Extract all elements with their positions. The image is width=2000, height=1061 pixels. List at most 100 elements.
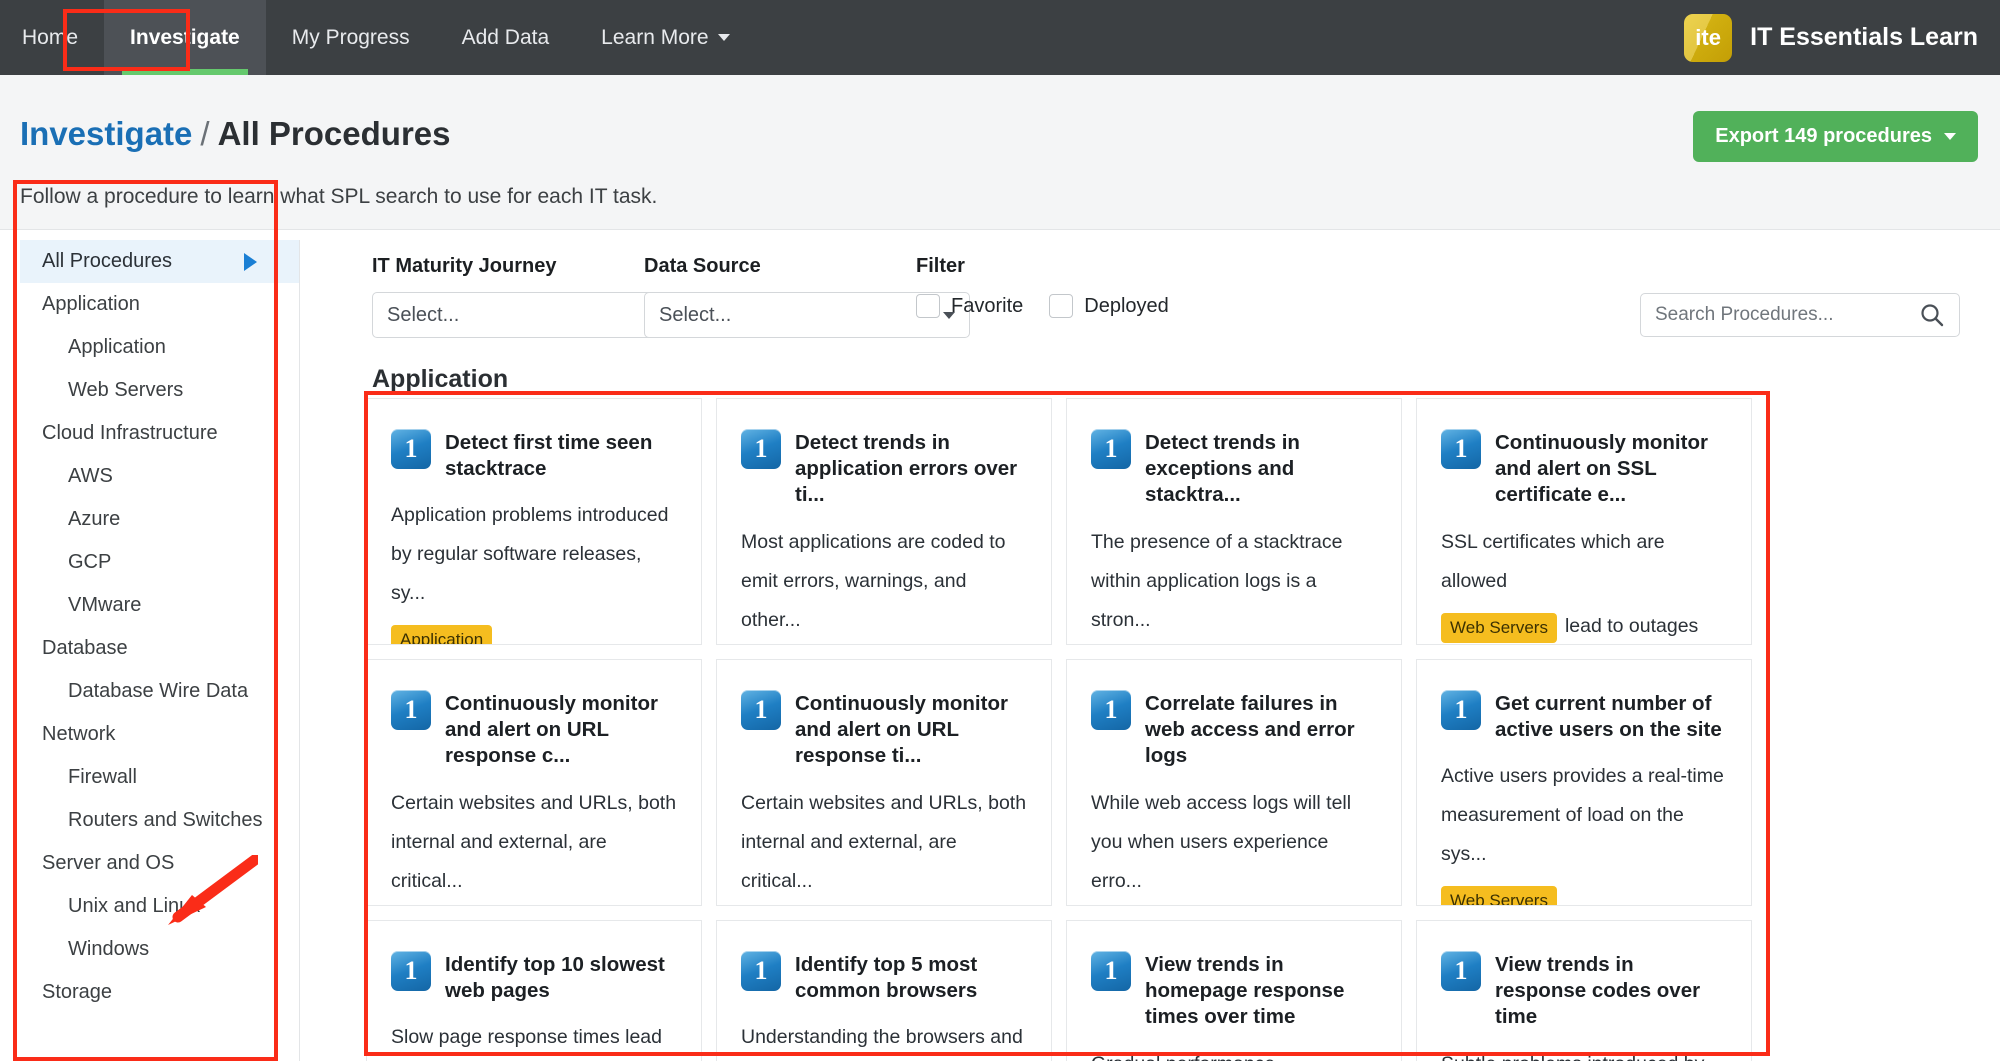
procedure-card[interactable]: 1 Continuously monitor and alert on URL r… [366,659,702,906]
sidebar-item-azure[interactable]: Azure [20,498,299,541]
procedure-card-title: Detect trends in exceptions and stacktra… [1145,431,1300,507]
sidebar-item-label: Routers and Switches [68,809,263,831]
breadcrumb-separator: / [200,115,210,152]
checkbox-filter-group: Filter Favorite Deployed [916,255,1169,318]
sidebar-item-cloud-infrastructure[interactable]: Cloud Infrastructure [20,412,299,455]
checkbox-box-icon [1049,294,1074,318]
search-procedures-input[interactable]: Search Procedures... [1640,293,1960,337]
procedure-card-title: Continuously monitor and alert on SSL ce… [1495,431,1708,507]
sidebar-item-firewall[interactable]: Firewall [20,756,299,799]
sidebar-item-application[interactable]: Application [20,283,299,326]
sidebar-item-network[interactable]: Network [20,713,299,756]
export-procedures-button[interactable]: Export 149 procedures [1693,111,1978,162]
procedure-card-header: 1 Detect trends in exceptions and stacktr… [1091,429,1377,509]
nav-tab-home[interactable]: Home [0,0,104,75]
procedure-card-title: View trends in homepage response times o… [1145,953,1345,1029]
procedure-level-badge-icon: 1 [391,690,431,730]
procedure-card[interactable]: 1 Detect trends in application errors ove… [716,398,1052,645]
sidebar-item-routers-and-switches[interactable]: Routers and Switches [20,799,299,842]
sidebar-item-unix-and-linux[interactable]: Unix and Linux [20,885,299,928]
category-tag[interactable]: Web Servers [1441,612,1557,643]
procedure-card[interactable]: 1 Identify top 5 most common browsers Unde… [716,920,1052,1061]
nav-tab-investigate[interactable]: Investigate [104,0,266,75]
procedure-card-title: Detect first time seen stacktrace [445,431,653,481]
filter-checkbox-row: Favorite Deployed [916,294,1169,318]
procedure-card[interactable]: 1 View trends in response codes over time… [1416,920,1752,1061]
procedure-card-header: 1 View trends in response codes over time [1441,951,1727,1031]
sidebar-item-label: Server and OS [42,852,175,874]
breadcrumb: Investigate / All Procedures [20,115,451,153]
sidebar-item-server-and-os[interactable]: Server and OS [20,842,299,885]
page-header: Investigate / All Procedures Follow a proc… [0,75,2000,230]
procedure-card-title: Continuously monitor and alert on URL re… [795,692,1008,768]
filter-label: Filter [916,255,965,277]
procedure-card[interactable]: 1 Continuously monitor and alert on SSL c… [1416,398,1752,645]
procedure-card-description: Gradual performance degradations introdu… [1091,1045,1377,1061]
procedure-level-badge-icon: 1 [741,951,781,991]
procedure-card-header: 1 View trends in homepage response times … [1091,951,1377,1031]
procedure-card-header: 1 Get current number of active users on t… [1441,690,1727,743]
sidebar-item-storage[interactable]: Storage [20,971,299,1014]
favorite-checkbox[interactable]: Favorite [916,294,1023,318]
chevron-down-icon [717,34,730,41]
chevron-right-icon [244,252,257,271]
nav-tab-my-progress[interactable]: My Progress [266,0,436,75]
breadcrumb-root-link[interactable]: Investigate [20,115,192,152]
sidebar-item-windows[interactable]: Windows [20,928,299,971]
procedure-card-title: Correlate failures in web access and err… [1145,692,1355,768]
sidebar-item-label: Application [42,293,140,315]
procedure-card[interactable]: 1 Detect trends in exceptions and stacktr… [1066,398,1402,645]
nav-tab-label: Home [22,25,79,49]
procedure-card-description: While web access logs will tell you when… [1091,791,1352,892]
category-sidebar: All Procedures Application Application Web … [20,240,300,1061]
procedure-card[interactable]: 1 Identify top 10 slowest web pages Slow p… [366,920,702,1061]
category-tag[interactable]: Application [391,625,493,644]
sidebar-item-all-procedures[interactable]: All Procedures [20,240,299,283]
procedure-card[interactable]: 1 View trends in homepage response times … [1066,920,1402,1061]
breadcrumb-current: All Procedures [217,115,451,152]
procedure-card-title: View trends in response codes over time [1495,953,1701,1029]
sidebar-item-database-wire-data[interactable]: Database Wire Data [20,670,299,713]
data-source-value: Select... [659,303,732,326]
procedure-card-title: Identify top 5 most common browsers [795,953,978,1003]
sidebar-item-database[interactable]: Database [20,627,299,670]
brand-logo-icon: ite [1684,13,1733,62]
procedure-card-description: Slow page response times lead to several… [391,1026,662,1049]
sidebar-item-vmware[interactable]: VMware [20,584,299,627]
procedure-card-header: 1 Continuously monitor and alert on URL r… [391,690,677,770]
category-tag[interactable]: Web Servers [1441,886,1557,905]
procedure-card-header: 1 Continuously monitor and alert on URL r… [741,690,1027,770]
nav-tab-label: Add Data [461,25,550,49]
nav-tab-add-data[interactable]: Add Data [436,0,576,75]
sidebar-item-label: AWS [68,465,113,487]
nav-tab-label: My Progress [291,25,410,49]
sidebar-item-label: All Procedures [42,250,173,272]
maturity-journey-value: Select... [387,303,460,326]
sidebar-item-label: Azure [68,508,121,530]
procedure-level-badge-icon: 1 [391,429,431,469]
procedure-level-badge-icon: 1 [1441,951,1481,991]
deployed-checkbox[interactable]: Deployed [1049,294,1169,318]
chevron-down-icon [1944,133,1956,140]
procedure-level-badge-icon: 1 [1441,690,1481,730]
sidebar-item-label: GCP [68,551,112,573]
procedure-card[interactable]: 1 Correlate failures in web access and er… [1066,659,1402,906]
procedure-category-tag-row: Web Servers [1441,886,1727,905]
procedure-card[interactable]: 1 Get current number of active users on t… [1416,659,1752,906]
procedure-card[interactable]: 1 Continuously monitor and alert on URL r… [716,659,1052,906]
procedure-category-tag-row: Application [391,625,677,644]
sidebar-item-web-servers[interactable]: Web Servers [20,369,299,412]
sidebar-item-aws[interactable]: AWS [20,455,299,498]
sidebar-item-gcp[interactable]: GCP [20,541,299,584]
procedure-card-title: Get current number of active users on th… [1495,692,1722,742]
sidebar-item-application[interactable]: Application [20,326,299,369]
procedure-level-badge-icon: 1 [1091,951,1131,991]
procedure-card-description: The presence of a stacktrace within appl… [1091,530,1343,631]
procedure-card-header: 1 Identify top 5 most common browsers [741,951,1027,1004]
checkbox-box-icon [916,294,940,318]
sidebar-item-label: Database [42,637,128,659]
nav-tab-learn-more[interactable]: Learn More [575,0,755,75]
procedure-card[interactable]: 1 Detect first time seen stacktrace Applic… [366,398,702,645]
procedure-card-header: 1 Identify top 10 slowest web pages [391,951,677,1004]
procedure-level-badge-icon: 1 [1091,429,1131,469]
